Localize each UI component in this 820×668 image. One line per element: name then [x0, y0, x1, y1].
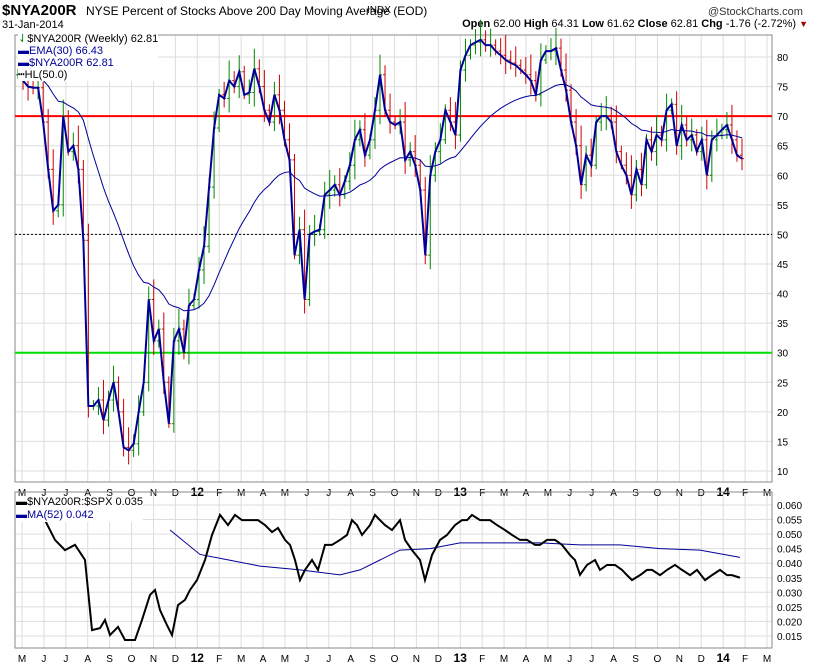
y-tick-label: 0.015: [777, 632, 802, 643]
x-tick-label: J: [41, 654, 46, 665]
y-tick-label: 40: [777, 290, 789, 301]
x-tick-label: M: [500, 488, 508, 499]
y-tick-label: 0.060: [777, 501, 802, 512]
x-tick-label: A: [610, 488, 617, 499]
x-tick-label: A: [347, 488, 354, 499]
x-tick-label: S: [632, 654, 639, 665]
x-tick-label: O: [391, 654, 399, 665]
y-tick-label: 0.030: [777, 588, 802, 599]
x-tick-label: A: [84, 654, 91, 665]
x-tick-label: F: [216, 654, 222, 665]
x-tick-label: A: [610, 654, 617, 665]
main-legend: ⇃$NYA200R (Weekly) 62.81 ▬EMA(30) 66.43 …: [18, 33, 159, 81]
x-tick-label: M: [544, 654, 552, 665]
y-tick-label: 65: [777, 142, 789, 153]
x-tick-label: J: [589, 488, 594, 499]
x-tick-label: M: [18, 654, 26, 665]
x-tick-label: S: [632, 488, 639, 499]
x-tick-label: D: [698, 488, 705, 499]
legend-ratio: ▬$NYA200R:$SPX 0.035: [16, 496, 143, 508]
x-tick-label: J: [326, 488, 331, 499]
main-plot-frame: [14, 34, 773, 483]
y-tick-label: 25: [777, 378, 789, 389]
ratio-line: [17, 504, 741, 642]
x-tick-label: J: [326, 654, 331, 665]
x-tick-label: F: [216, 488, 222, 499]
x-tick-label: A: [347, 654, 354, 665]
y-tick-label: 70: [777, 112, 789, 123]
chart-page: $NYA200R NYSE Percent of Stocks Above 20…: [0, 0, 820, 668]
lower-legend: ▬$NYA200R:$SPX 0.035 ▬MA(52) 0.042: [16, 496, 143, 522]
legend-hl: ┅HL(50.0): [18, 69, 68, 81]
x-tick-label: D: [172, 654, 179, 665]
x-tick-label: N: [676, 654, 683, 665]
y-tick-label: 10: [777, 467, 789, 478]
y-tick-label: 55: [777, 201, 789, 212]
x-tick-label: J: [567, 488, 572, 499]
x-tick-label: N: [413, 654, 420, 665]
x-tick-label: S: [369, 488, 376, 499]
x-tick-label: M: [763, 488, 771, 499]
x-tick-label: N: [150, 654, 157, 665]
y-tick-label: 0.050: [777, 530, 802, 541]
x-tick-label: 14: [716, 651, 730, 665]
y-tick-label: 0.020: [777, 617, 802, 628]
x-tick-label: M: [544, 488, 552, 499]
y-tick-label: 0.025: [777, 603, 802, 614]
x-tick-label: S: [369, 654, 376, 665]
x-tick-label: D: [435, 654, 442, 665]
x-tick-label: J: [304, 654, 309, 665]
y-tick-label: 45: [777, 260, 789, 271]
y-tick-label: 0.035: [777, 574, 802, 585]
x-tick-label: F: [742, 654, 748, 665]
x-tick-label: M: [237, 488, 245, 499]
legend-line: ▬$NYA200R 62.81: [18, 57, 114, 69]
x-tick-label: M: [281, 654, 289, 665]
x-tick-label: J: [589, 654, 594, 665]
y-tick-label: 35: [777, 319, 789, 330]
x-tick-label: D: [172, 488, 179, 499]
x-tick-label: M: [237, 654, 245, 665]
x-tick-label: O: [654, 488, 662, 499]
x-tick-label: O: [128, 654, 136, 665]
x-tick-label: A: [523, 488, 530, 499]
x-tick-label: J: [304, 488, 309, 499]
x-tick-label: J: [63, 654, 68, 665]
legend-ema: ▬EMA(30) 66.43: [18, 45, 103, 57]
y-tick-label: 20: [777, 408, 789, 419]
x-tick-label: 12: [191, 651, 205, 665]
x-tick-label: A: [260, 654, 267, 665]
x-tick-label: F: [479, 654, 485, 665]
x-tick-label: D: [435, 488, 442, 499]
y-tick-label: 0.055: [777, 516, 802, 527]
y-tick-label: 0.040: [777, 559, 802, 570]
y-tick-label: 50: [777, 230, 789, 241]
x-tick-label: M: [281, 488, 289, 499]
x-tick-label: O: [654, 654, 662, 665]
x-tick-label: O: [391, 488, 399, 499]
legend-price: ⇃$NYA200R (Weekly) 62.81: [18, 33, 159, 45]
x-tick-label: 13: [454, 651, 468, 665]
x-tick-label: A: [523, 654, 530, 665]
x-tick-label: M: [500, 654, 508, 665]
y-tick-label: 75: [777, 83, 789, 94]
y-tick-label: 80: [777, 53, 789, 64]
x-tick-label: F: [479, 488, 485, 499]
x-tick-label: J: [567, 654, 572, 665]
chart-svg: 10 15 20 25 30 35 40 45 50 55 60 65 70 75 80 0.015 0.020…: [14, 19, 802, 665]
x-tick-label: D: [698, 654, 705, 665]
y-tick-label: 15: [777, 437, 789, 448]
x-tick-label: N: [413, 488, 420, 499]
x-tick-label: F: [742, 488, 748, 499]
y-tick-label: 0.045: [777, 545, 802, 556]
legend-ma: ▬MA(52) 0.042: [16, 509, 94, 521]
y-tick-label: 60: [777, 171, 789, 182]
x-tick-label: N: [150, 488, 157, 499]
x-tick-label: S: [106, 654, 113, 665]
y-tick-label: 30: [777, 349, 789, 360]
x-tick-label: N: [676, 488, 683, 499]
x-tick-label: A: [260, 488, 267, 499]
x-tick-label: M: [763, 654, 771, 665]
ma52-line: [169, 529, 741, 576]
